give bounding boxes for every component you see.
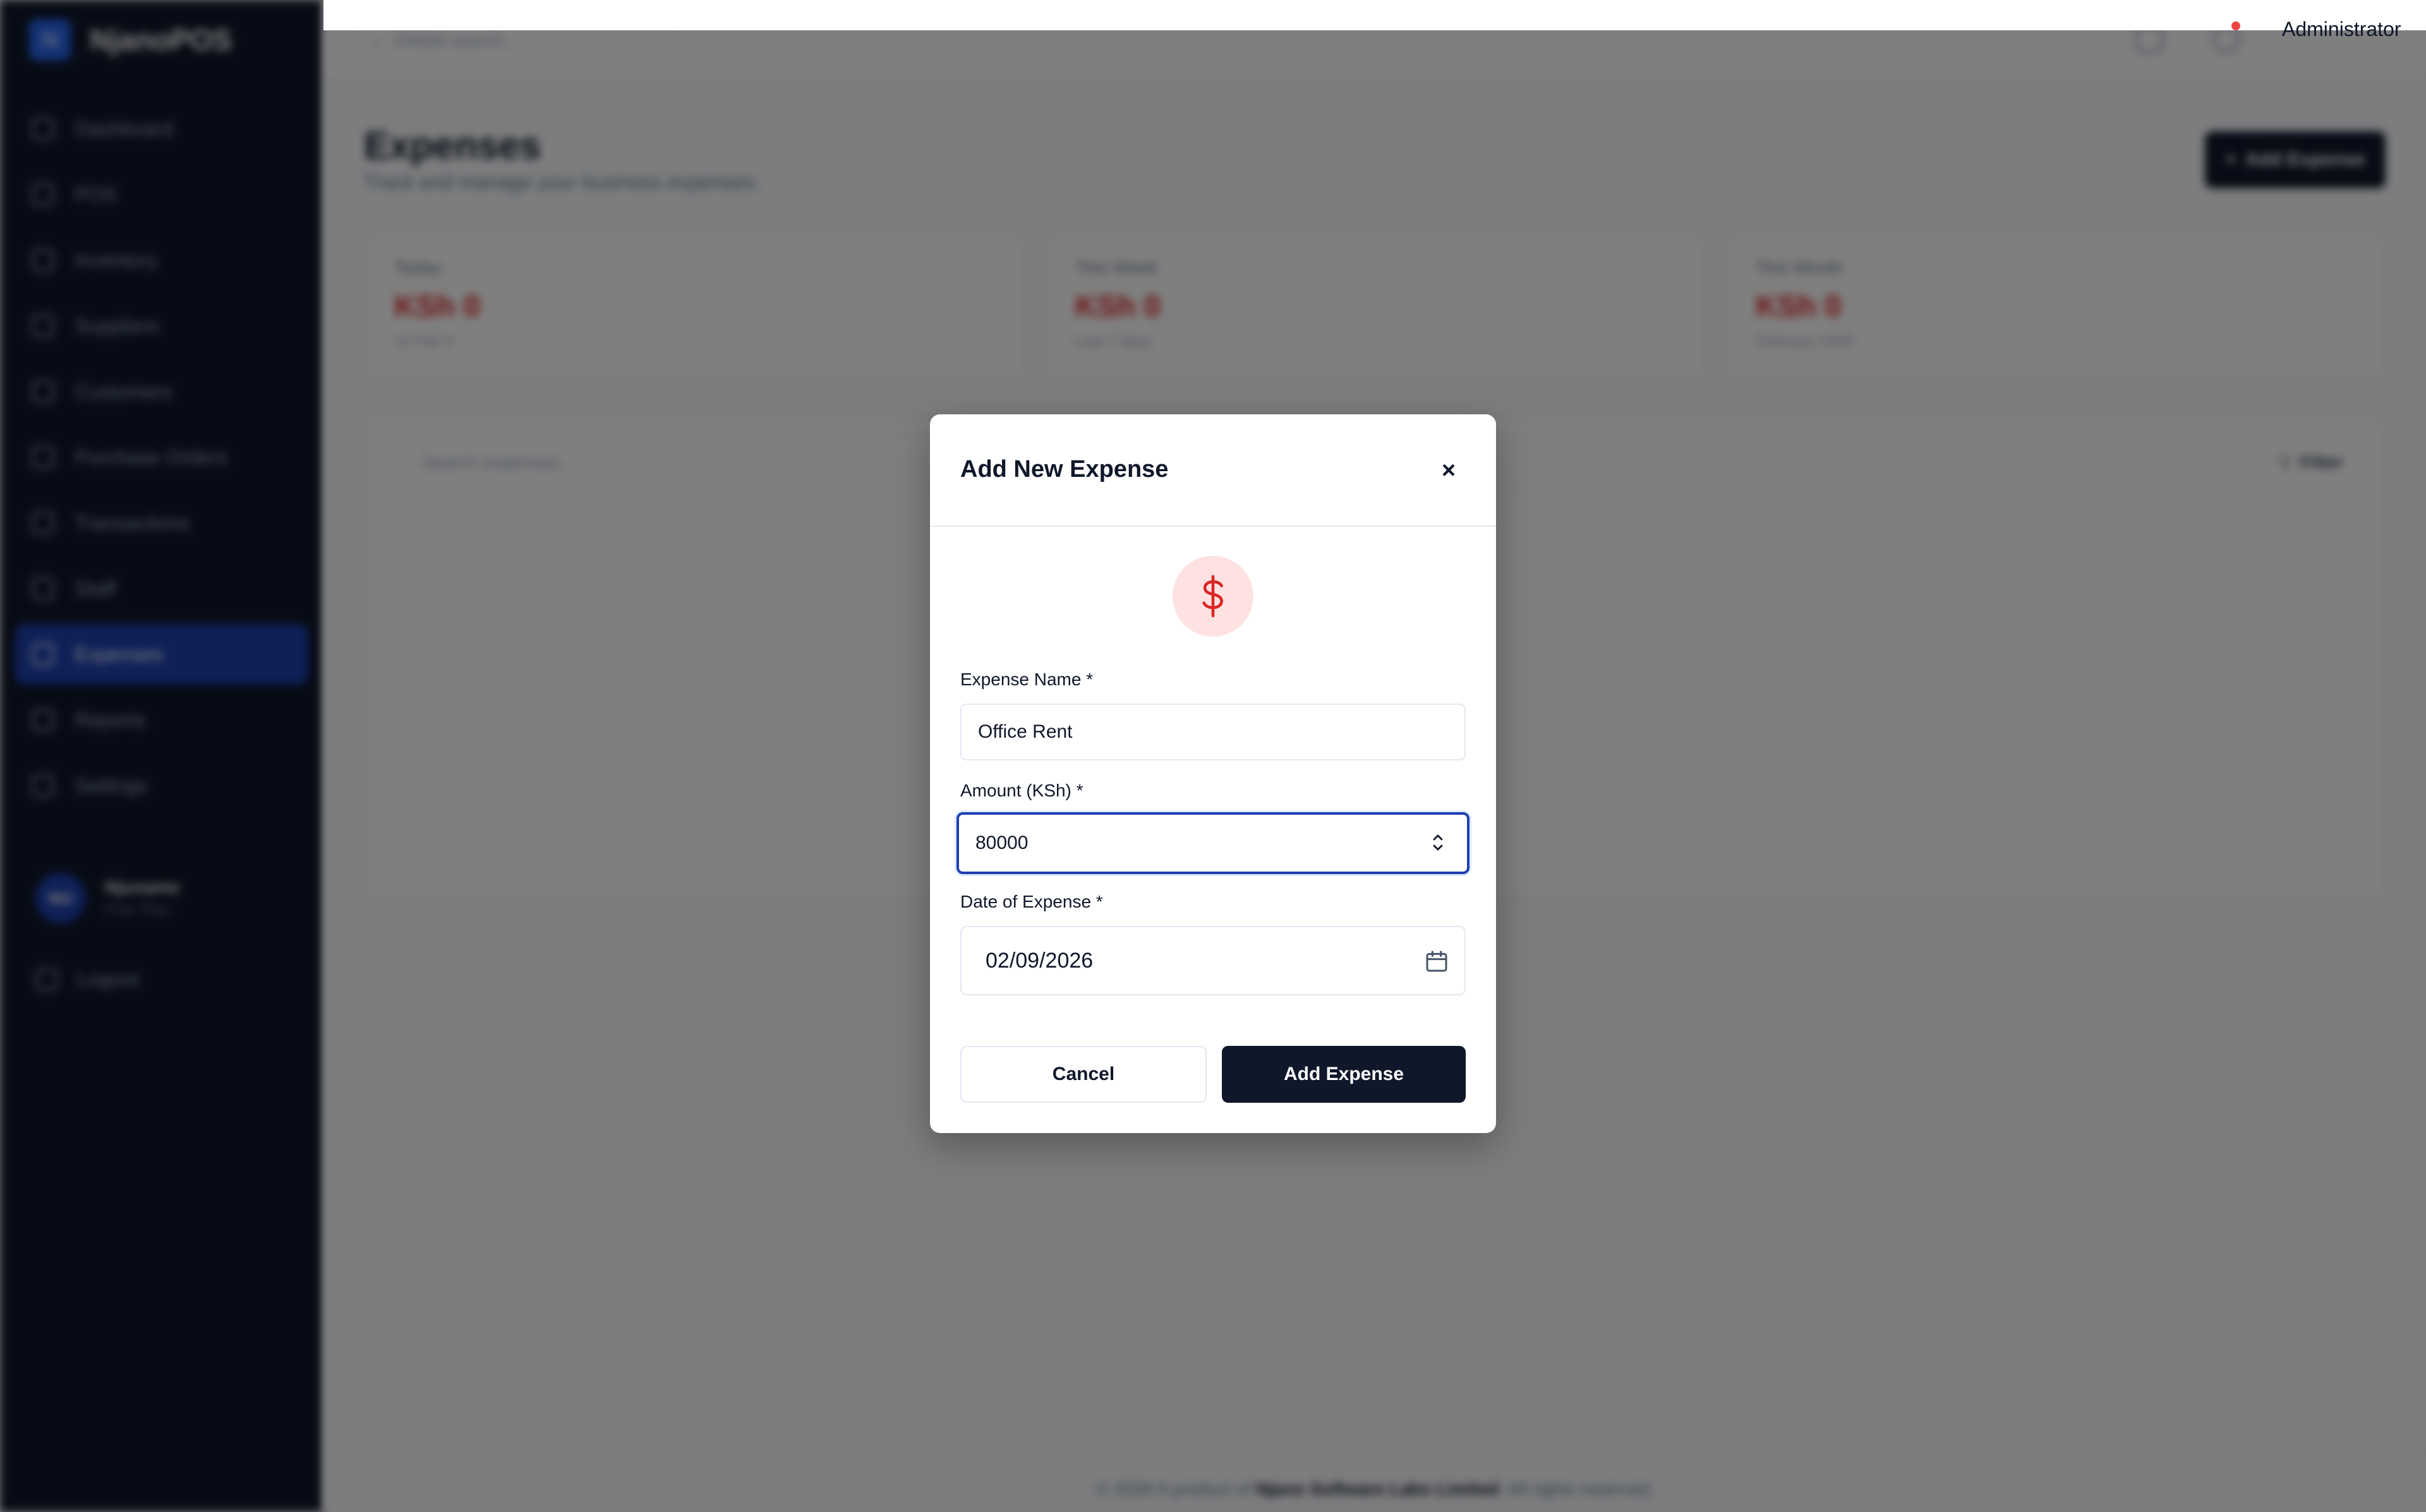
cancel-button[interactable]: Cancel — [960, 1046, 1207, 1103]
dollar-icon — [1202, 575, 1223, 618]
close-button[interactable]: × — [1420, 448, 1477, 493]
add-expense-modal: Add New Expense — [930, 414, 1496, 1133]
date-value: 02/09/2026 — [986, 948, 1094, 973]
notification-dot — [2231, 21, 2240, 30]
amount-label: Amount (KSh) * — [960, 781, 1083, 800]
modal-header: Add New Expense — [930, 414, 1496, 527]
expense-icon-badge — [1173, 556, 1253, 637]
date-label: Date of Expense * — [960, 892, 1103, 911]
header-user-role[interactable]: Administrator — [2282, 18, 2401, 41]
add-expense-button[interactable]: Add Expense — [1222, 1046, 1466, 1103]
amount-input[interactable] — [957, 812, 1469, 874]
header-top-strip — [323, 0, 2426, 30]
amount-stepper[interactable] — [1429, 830, 1447, 855]
stepper-arrows-icon — [1433, 834, 1443, 851]
expense-name-label: Expense Name * — [960, 669, 1094, 689]
modal-title: Add New Expense — [960, 456, 1169, 483]
calendar-icon[interactable] — [1424, 949, 1449, 974]
date-input[interactable]: 02/09/2026 — [960, 926, 1466, 995]
expense-name-input[interactable] — [960, 704, 1466, 760]
